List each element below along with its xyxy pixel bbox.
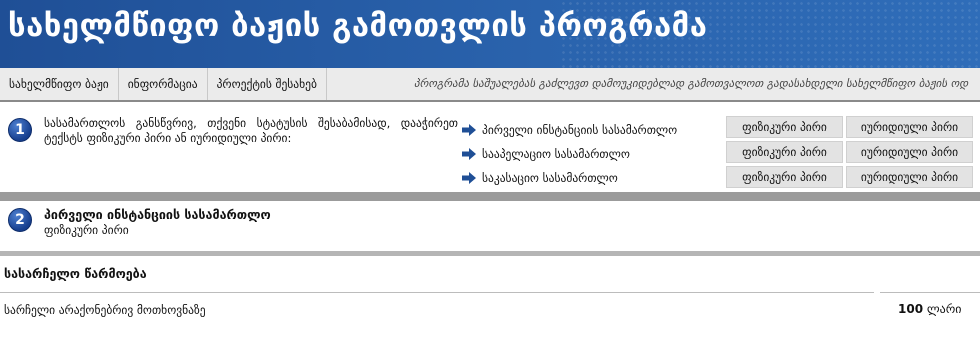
first-instance-physical-button[interactable]: ფიზიკური პირი	[726, 116, 843, 138]
selected-person-type: ფიზიკური პირი	[44, 223, 129, 237]
first-instance-legal-button[interactable]: იურიდიული პირი	[846, 116, 973, 138]
court-label: საკასაციო სასამართლო	[482, 171, 618, 185]
app-title: სახელმწიფო ბაჟის გამოთვლის პროგრამა	[8, 8, 708, 44]
nav-item-information[interactable]: ინფორმაცია	[119, 68, 208, 100]
nav-item-about-project[interactable]: პროექტის შესახებ	[208, 68, 327, 100]
arrow-right-icon	[462, 124, 476, 136]
court-list: პირველი ინსტანციის სასამართლო სააპელაციო…	[462, 118, 724, 190]
top-nav: სახელმწიფო ბაჟი ინფორმაცია პროექტის შესა…	[0, 68, 980, 102]
step-2-badge: 2	[8, 208, 32, 232]
fee-row-label: სარჩელი არაქონებრივ მოთხოვნაზე	[4, 303, 206, 317]
step-2-panel: 2 პირველი ინსტანციის სასამართლო ფიზიკური…	[0, 201, 980, 251]
fee-currency: ლარი	[926, 302, 962, 316]
fee-row-value: 100 ლარი	[898, 302, 962, 316]
cassation-physical-button[interactable]: ფიზიკური პირი	[726, 166, 843, 188]
fee-amount: 100	[898, 302, 924, 316]
court-cassation[interactable]: საკასაციო სასამართლო	[462, 166, 724, 190]
court-label: სააპელაციო სასამართლო	[482, 147, 630, 161]
cassation-legal-button[interactable]: იურიდიული პირი	[846, 166, 973, 188]
step-1-instruction: სასამართლოს განსწვრივ, თქვენი სტატუსის შ…	[44, 116, 458, 145]
step-1-badge: 1	[8, 118, 32, 142]
row-divider	[0, 292, 874, 293]
row-divider	[880, 292, 980, 293]
person-type-buttons: ფიზიკური პირი იურიდიული პირი ფიზიკური პი…	[726, 116, 976, 188]
section-divider	[0, 251, 980, 256]
nav-item-state-fee[interactable]: სახელმწიფო ბაჟი	[0, 68, 119, 100]
court-label: პირველი ინსტანციის სასამართლო	[482, 123, 678, 137]
header-banner: სახელმწიფო ბაჟის გამოთვლის პროგრამა	[0, 0, 980, 68]
appeal-physical-button[interactable]: ფიზიკური პირი	[726, 141, 843, 163]
court-first-instance[interactable]: პირველი ინსტანციის სასამართლო	[462, 118, 724, 142]
proceedings-section-title: სასარჩელო წარმოება	[4, 266, 147, 281]
appeal-legal-button[interactable]: იურიდიული პირი	[846, 141, 973, 163]
selected-court-title: პირველი ინსტანციის სასამართლო	[44, 207, 271, 222]
court-appeal[interactable]: სააპელაციო სასამართლო	[462, 142, 724, 166]
section-divider	[0, 192, 980, 201]
nav-tagline: პროგრამა საშუალებას გაძლევთ დამოუკიდებლა…	[414, 77, 969, 90]
arrow-right-icon	[462, 172, 476, 184]
arrow-right-icon	[462, 148, 476, 160]
